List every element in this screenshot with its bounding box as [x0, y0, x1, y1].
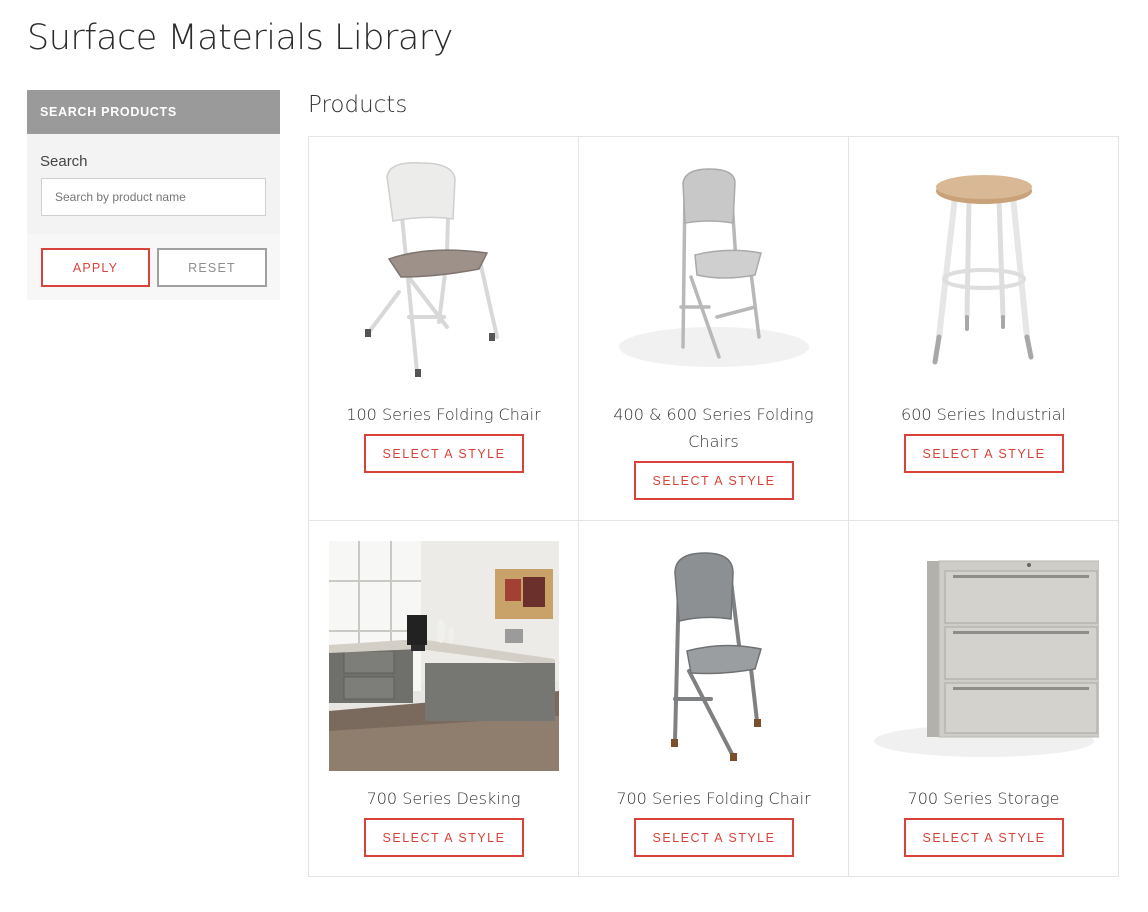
product-name: 700 Series Folding Chair — [616, 789, 811, 808]
select-style-button[interactable]: SELECT A STYLE — [904, 818, 1064, 857]
search-input[interactable] — [41, 178, 266, 216]
sidebar-actions: APPLY RESET — [27, 234, 280, 300]
product-card: 600 Series Industrial Stools SELECT A ST… — [849, 137, 1118, 521]
product-card: 700 Series Desking System SELECT A STYLE — [309, 521, 579, 876]
product-image-industrial-stool[interactable] — [869, 157, 1099, 387]
product-image-desking-system[interactable] — [329, 541, 559, 771]
page-title: Surface Materials Library — [27, 18, 453, 58]
sidebar-header: SEARCH PRODUCTS — [27, 90, 280, 134]
product-card: 700 Series Folding Chair SELECT A STYLE — [579, 521, 849, 876]
product-image-folding-chair-white[interactable] — [329, 157, 559, 387]
product-image-folding-chair-gray[interactable] — [599, 157, 829, 387]
products-heading: Products — [308, 92, 408, 118]
select-style-button[interactable]: SELECT A STYLE — [634, 818, 794, 857]
product-name: 100 Series Folding Chair — [346, 405, 541, 424]
product-image-lateral-file-storage[interactable] — [869, 541, 1099, 771]
reset-button[interactable]: RESET — [157, 248, 267, 287]
product-grid: 100 Series Folding Chair SELECT A STYLE … — [308, 136, 1119, 877]
select-style-button[interactable]: SELECT A STYLE — [364, 818, 524, 857]
product-card: 400 & 600 Series Folding Chairs SELECT A… — [579, 137, 849, 521]
select-style-button[interactable]: SELECT A STYLE — [364, 434, 524, 473]
select-style-button[interactable]: SELECT A STYLE — [634, 461, 794, 500]
product-card: 700 Series Storage SELECT A STYLE — [849, 521, 1118, 876]
search-sidebar: SEARCH PRODUCTS Search APPLY RESET — [27, 90, 280, 300]
product-name: 700 Series Storage — [907, 789, 1060, 808]
search-label: Search — [40, 153, 88, 170]
product-card: 100 Series Folding Chair SELECT A STYLE — [309, 137, 579, 521]
select-style-button[interactable]: SELECT A STYLE — [904, 434, 1064, 473]
apply-button[interactable]: APPLY — [41, 248, 150, 287]
product-name: 400 & 600 Series Folding Chairs — [613, 405, 814, 451]
product-image-folding-chair-dark-gray[interactable] — [599, 541, 829, 771]
